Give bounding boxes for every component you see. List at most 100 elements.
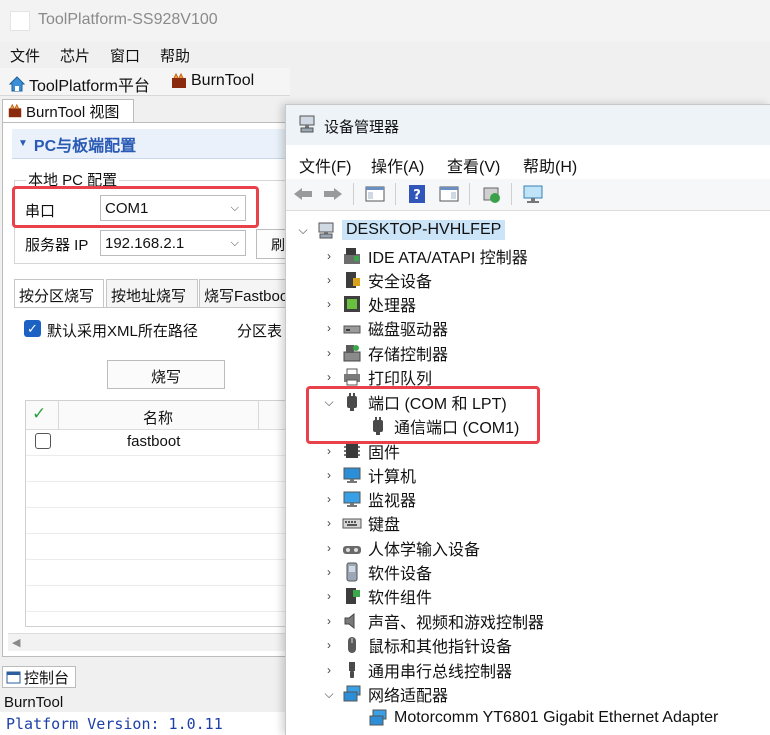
arrow-left-icon — [294, 188, 312, 200]
burntool-label: BurnTool — [191, 72, 255, 89]
tree-item-software-component[interactable]: › 软件组件 — [322, 585, 432, 607]
chevron-right-icon[interactable]: › — [322, 565, 336, 579]
network-adapter-icon — [368, 708, 388, 728]
port-icon — [342, 392, 362, 412]
chevron-down-icon[interactable]: ⌵ — [322, 687, 336, 702]
chevron-right-icon[interactable]: › — [322, 297, 336, 311]
toolbar-separator — [353, 183, 354, 205]
tab-burn-fastboot[interactable]: 烧写Fastboot — [199, 279, 290, 307]
use-xml-path-checkbox[interactable]: ✓ — [24, 320, 41, 337]
menu-file[interactable]: 文件 — [10, 45, 40, 66]
tree-item-network-adapter[interactable]: ⌵ 网络适配器 — [322, 683, 448, 705]
chevron-right-icon[interactable]: › — [322, 492, 336, 506]
chevron-right-icon[interactable]: › — [322, 370, 336, 384]
menu-help[interactable]: 帮助 — [160, 45, 190, 66]
chevron-right-icon[interactable]: › — [322, 614, 336, 628]
chevron-right-icon[interactable]: › — [322, 663, 336, 677]
tree-item-com1[interactable]: 通信端口 (COM1) — [348, 415, 519, 437]
chevron-right-icon[interactable]: › — [322, 589, 336, 603]
use-xml-path-label: 默认采用XML所在路径 — [47, 323, 198, 340]
row-divider — [26, 481, 290, 482]
tree-item-print-queue[interactable]: › 打印队列 — [322, 366, 432, 388]
tree-item-ports[interactable]: ⌵ 端口 (COM 和 LPT) — [322, 391, 507, 413]
toolplatform-button[interactable]: ToolPlatform平台 — [8, 72, 150, 96]
row-divider — [26, 559, 290, 560]
menu-chip[interactable]: 芯片 — [60, 45, 90, 66]
horizontal-scrollbar[interactable] — [8, 633, 290, 651]
firmware-icon — [342, 441, 362, 461]
menu-action[interactable]: 操作(A) — [371, 153, 424, 177]
tree-item-security-device[interactable]: › 安全设备 — [322, 269, 432, 291]
tree-item-label: 声音、视频和游戏控制器 — [368, 615, 545, 632]
console-output-line: Platform Version: 1.0.11 — [6, 715, 223, 733]
name-column-header[interactable]: 名称 — [143, 407, 173, 428]
update-driver-button[interactable] — [479, 183, 503, 205]
tree-item-computer[interactable]: › 计算机 — [322, 464, 416, 486]
tree-item-audio[interactable]: › 声音、视频和游戏控制器 — [322, 610, 544, 632]
chevron-down-icon[interactable]: ⌵ — [322, 395, 336, 410]
chevron-right-icon[interactable]: › — [322, 444, 336, 458]
tree-item-firmware[interactable]: › 固件 — [322, 440, 400, 462]
help-button[interactable]: ? — [405, 183, 429, 205]
chevron-right-icon[interactable]: › — [322, 321, 336, 335]
chevron-right-icon[interactable]: › — [322, 346, 336, 360]
select-all-check-icon[interactable]: ✓ — [32, 404, 46, 424]
forward-button[interactable] — [321, 183, 345, 205]
chevron-right-icon[interactable]: › — [322, 516, 336, 530]
collapse-triangle-icon: ▼ — [18, 138, 28, 149]
view-tab-label: BurnTool 视图 — [26, 103, 120, 121]
chevron-right-icon[interactable]: › — [322, 541, 336, 555]
config-section-header[interactable]: ▼ PC与板端配置 — [12, 129, 288, 159]
properties-button[interactable] — [437, 183, 461, 205]
tree-item-keyboard[interactable]: › 键盘 — [322, 512, 400, 534]
tree-item-storage-controller[interactable]: › 存储控制器 — [322, 342, 448, 364]
scroll-left-icon[interactable]: ◀ — [12, 636, 20, 649]
console-tab[interactable]: 控制台 — [2, 666, 76, 688]
burntool-view-tab[interactable]: BurnTool 视图 — [2, 99, 134, 122]
server-ip-label: 服务器 IP — [25, 237, 89, 254]
tree-item-disk-drive[interactable]: › 磁盘驱动器 — [322, 317, 448, 339]
tree-item-ethernet-adapter[interactable]: Motorcomm YT6801 Gigabit Ethernet Adapte… — [348, 707, 718, 729]
tree-item-processor[interactable]: › 处理器 — [322, 293, 416, 315]
tree-item-label: Motorcomm YT6801 Gigabit Ethernet Adapte… — [394, 709, 719, 726]
tree-item-monitor[interactable]: › 监视器 — [322, 488, 416, 510]
menu-file[interactable]: 文件(F) — [299, 153, 351, 177]
chevron-down-icon[interactable]: ⌵ — [296, 223, 310, 238]
tree-item-ide-controller[interactable]: › IDE ATA/ATAPI 控制器 — [322, 245, 528, 267]
menu-help[interactable]: 帮助(H) — [523, 153, 577, 177]
tree-item-software-device[interactable]: › 软件设备 — [322, 561, 432, 583]
serial-port-select[interactable]: COM1 ⌵ — [100, 195, 246, 221]
tree-item-hid[interactable]: › 人体学输入设备 — [322, 537, 480, 559]
scan-hardware-button[interactable] — [521, 183, 545, 205]
back-button[interactable] — [291, 183, 315, 205]
serial-port-value: COM1 — [105, 199, 149, 217]
chevron-right-icon[interactable]: › — [322, 468, 336, 482]
chevron-right-icon[interactable]: › — [322, 273, 336, 287]
row-checkbox[interactable] — [35, 433, 51, 449]
port-icon — [368, 416, 388, 436]
processor-icon — [342, 294, 362, 314]
window-title: ToolPlatform-SS928V100 — [38, 11, 218, 28]
arrow-right-icon — [324, 188, 342, 200]
burn-button[interactable]: 烧写 — [107, 360, 225, 389]
ide-controller-icon — [342, 246, 362, 266]
device-manager-title: 设备管理器 — [324, 119, 400, 136]
security-device-icon — [342, 270, 362, 290]
chevron-right-icon[interactable]: › — [322, 249, 336, 263]
menu-window[interactable]: 窗口 — [110, 45, 140, 66]
tree-item-mouse[interactable]: › 鼠标和其他指针设备 — [322, 634, 512, 656]
tab-burn-by-partition[interactable]: 按分区烧写 — [14, 279, 104, 307]
local-pc-label: 本地 PC 配置 — [26, 169, 120, 190]
show-hide-tree-button[interactable] — [363, 183, 387, 205]
chevron-right-icon[interactable]: › — [322, 638, 336, 652]
serial-port-label: 串口 — [25, 203, 56, 220]
server-ip-select[interactable]: 192.168.2.1 ⌵ — [100, 230, 246, 256]
menu-view[interactable]: 查看(V) — [447, 153, 500, 177]
tab-burn-by-address[interactable]: 按地址烧写 — [106, 279, 198, 307]
device-manager-icon — [299, 115, 315, 133]
tree-root-computer[interactable]: ⌵ DESKTOP-HVHLFEP — [296, 219, 506, 241]
tree-item-usb-controller[interactable]: › 通用串行总线控制器 — [322, 659, 512, 681]
tree-item-label: 端口 (COM 和 LPT) — [368, 396, 507, 413]
toolbar-separator — [469, 183, 470, 205]
burntool-button[interactable]: BurnTool — [170, 72, 254, 90]
